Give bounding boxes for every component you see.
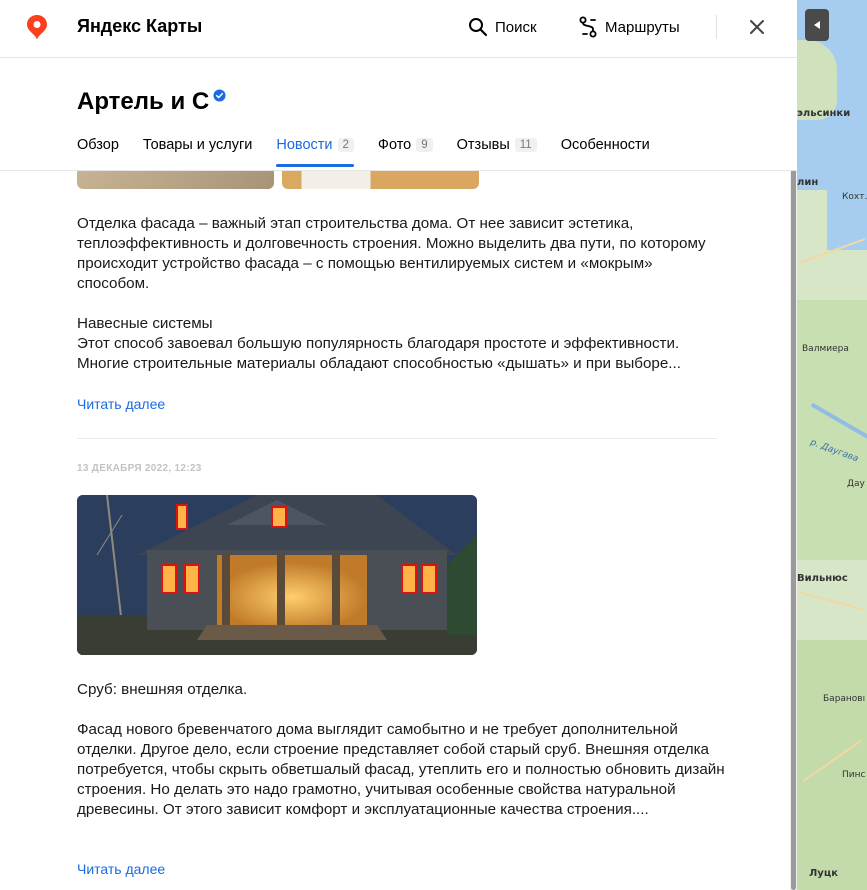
tab-label: Товары и услуги [142,137,253,153]
post-photo[interactable] [77,171,274,189]
post-text: Фасад нового бревенчатого дома выглядит … [77,721,725,818]
tab-reviews[interactable]: Отзывы 11 [457,134,537,156]
map-label: эльсинки [797,108,851,119]
map-label: Луцк [809,868,839,879]
map-label: Пинс [842,770,866,780]
map-label: лин [797,177,819,188]
post-subheading: Навесные системы [77,315,213,332]
tab-bar: Обзор Товары и услуги Новости 2 Фото 9 О… [77,134,650,167]
verified-badge-icon[interactable] [213,89,226,102]
collapse-map-button[interactable] [805,9,829,41]
divider [716,15,717,39]
org-header: Артель и С Обзор Товары и услуги Новости… [0,58,797,171]
close-icon[interactable] [746,16,768,38]
post-date: 13 ДЕКАБРЯ 2022, 12:23 [77,463,202,474]
search-icon [469,18,488,37]
tab-label: Особенности [560,137,650,153]
tab-label: Фото [377,137,412,153]
routes-button-label: Маршруты [605,18,680,36]
map-label: Валмиера [802,344,849,354]
tab-label: Новости [276,137,333,153]
post-photos [77,171,479,189]
tab-photo[interactable]: Фото 9 [378,134,433,156]
tab-goods-services[interactable]: Товары и услуги [143,134,252,156]
map-road [797,590,867,612]
map-label: Барановı [823,694,866,704]
search-button-label: Поиск [495,18,537,36]
routes-button[interactable]: Маршруты [578,14,680,40]
read-more-link[interactable]: Читать далее [77,396,165,412]
org-panel: Яндекс Карты Поиск Маршруты Артель и С О… [0,0,797,890]
org-name: Артель и С [77,88,210,115]
route-icon [579,16,597,38]
map-label: Дау [847,479,865,489]
tab-count-badge: 9 [416,138,433,152]
tab-count-badge: 2 [337,138,354,152]
post-heading: Сруб: внешняя отделка. [77,681,248,698]
tab-news[interactable]: Новости 2 [276,134,354,167]
map-label: Кохт... [842,192,867,202]
post-photo[interactable] [282,171,479,189]
org-title: Артель и С [77,88,226,116]
news-feed: Отделка фасада – важный этап строительст… [0,171,790,890]
post-divider [77,438,717,439]
tab-count-badge: 11 [514,138,537,152]
tab-overview[interactable]: Обзор [77,134,119,156]
search-button[interactable]: Поиск [468,14,537,40]
map-label: Вильнюс [797,573,848,584]
app-title[interactable]: Яндекс Карты [77,16,202,37]
tab-features[interactable]: Особенности [561,134,650,156]
top-bar: Яндекс Карты Поиск Маршруты [0,0,797,58]
post-text: Этот способ завоевал большую популярност… [77,335,681,372]
post-photo[interactable] [77,495,477,655]
tab-label: Обзор [77,137,119,153]
log-house-photo [77,495,477,655]
post-text: Отделка фасада – важный этап строительст… [77,215,706,292]
scrollbar-thumb[interactable] [791,165,796,890]
map-view[interactable]: эльсинки лин Кохт... Валмиера р. Даугава… [797,0,867,890]
map-forest [797,640,867,890]
read-more-link[interactable]: Читать далее [77,861,165,877]
yandex-maps-logo-icon[interactable] [26,14,48,40]
tab-label: Отзывы [456,137,510,153]
